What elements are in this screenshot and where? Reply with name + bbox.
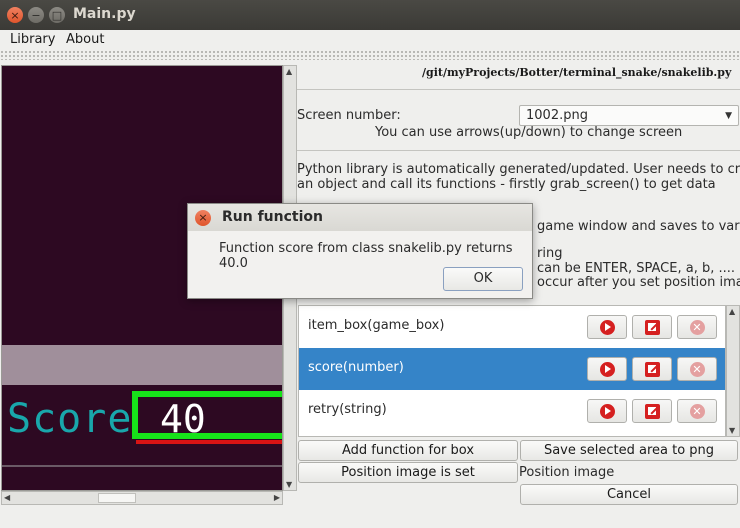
game-score-value: 40: [160, 397, 206, 441]
menu-about[interactable]: About: [66, 32, 104, 47]
function-name: score(number): [308, 360, 404, 375]
function-name: item_box(game_box): [308, 318, 445, 333]
dialog-titlebar: × Run function: [188, 204, 532, 231]
description-line: ring: [537, 246, 563, 261]
scroll-right-arrow-icon[interactable]: ▶: [274, 493, 280, 502]
function-list[interactable]: item_box(game_box) ✕ score(number) ✕ ret…: [298, 305, 726, 437]
scroll-up-arrow-icon[interactable]: ▲: [729, 307, 735, 316]
description-line: Python library is automatically generate…: [297, 162, 740, 177]
delete-icon: ✕: [689, 319, 705, 335]
add-function-button[interactable]: Add function for box: [298, 440, 518, 461]
run-function-button[interactable]: [587, 315, 627, 339]
screen-hint: You can use arrows(up/down) to change sc…: [375, 125, 683, 140]
scrollbar-thumb[interactable]: [98, 493, 136, 503]
scroll-down-arrow-icon[interactable]: ▼: [729, 426, 735, 435]
selection-box[interactable]: [132, 391, 282, 439]
function-name: retry(string): [308, 402, 387, 417]
separator: [297, 89, 740, 90]
game-divider: [2, 465, 282, 467]
play-icon: [599, 403, 615, 419]
screen-number-label: Screen number:: [297, 108, 401, 123]
description-line: occur after you set position image: [537, 275, 740, 290]
delete-icon: ✕: [689, 361, 705, 377]
edit-icon: [644, 319, 660, 335]
position-image-label: Position image: [519, 465, 615, 480]
scroll-left-arrow-icon[interactable]: ◀: [4, 493, 10, 502]
edit-icon: [644, 403, 660, 419]
function-row[interactable]: item_box(game_box) ✕: [299, 306, 725, 348]
dialog-close-button[interactable]: ×: [195, 210, 211, 226]
run-function-button[interactable]: [587, 357, 627, 381]
delete-icon: ✕: [689, 403, 705, 419]
scroll-up-arrow-icon[interactable]: ▲: [286, 67, 292, 76]
function-list-scrollbar[interactable]: ▲ ▼: [726, 305, 740, 437]
play-icon: [599, 361, 615, 377]
scroll-down-arrow-icon[interactable]: ▼: [286, 480, 292, 489]
run-function-dialog: × Run function Function score from class…: [187, 203, 533, 299]
window-close-button[interactable]: ×: [7, 7, 23, 23]
menu-library[interactable]: Library: [10, 32, 55, 47]
delete-function-button[interactable]: ✕: [677, 315, 717, 339]
play-icon: [599, 319, 615, 335]
window-title: Main.py: [73, 6, 136, 22]
screen-number-select[interactable]: 1002.png ▼: [519, 105, 739, 126]
chevron-down-icon: ▼: [725, 111, 732, 121]
edit-icon: [644, 361, 660, 377]
description-line: game window and saves to var: [537, 219, 740, 234]
window-minimize-button[interactable]: −: [28, 7, 44, 23]
delete-function-button[interactable]: ✕: [677, 399, 717, 423]
window-titlebar: × − □ Main.py: [0, 0, 740, 30]
run-function-button[interactable]: [587, 399, 627, 423]
function-row[interactable]: retry(string) ✕: [299, 390, 725, 432]
preview-horizontal-scrollbar[interactable]: ◀ ▶: [1, 491, 283, 505]
edit-function-button[interactable]: [632, 357, 672, 381]
edit-function-button[interactable]: [632, 315, 672, 339]
save-area-button[interactable]: Save selected area to png: [520, 440, 738, 461]
dialog-title: Run function: [222, 209, 323, 225]
menubar: Library About: [0, 30, 740, 50]
game-score-label: Score: [7, 396, 133, 442]
screen-number-value: 1002.png: [526, 108, 588, 123]
dialog-ok-button[interactable]: OK: [443, 267, 523, 291]
game-status-band: [2, 345, 282, 385]
position-image-set-button[interactable]: Position image is set: [298, 462, 518, 483]
selection-underline: [136, 440, 282, 444]
toolbar-handle[interactable]: [0, 50, 740, 60]
library-path: /git/myProjects/Botter/terminal_snake/sn…: [422, 66, 732, 79]
edit-function-button[interactable]: [632, 399, 672, 423]
function-row-selected[interactable]: score(number) ✕: [299, 348, 725, 390]
description-line: can be ENTER, SPACE, a, b, ....: [537, 261, 736, 276]
delete-function-button[interactable]: ✕: [677, 357, 717, 381]
cancel-button[interactable]: Cancel: [520, 484, 738, 505]
description-line: an object and call its functions - first…: [297, 177, 716, 192]
separator: [297, 150, 740, 151]
window-maximize-button[interactable]: □: [49, 7, 65, 23]
